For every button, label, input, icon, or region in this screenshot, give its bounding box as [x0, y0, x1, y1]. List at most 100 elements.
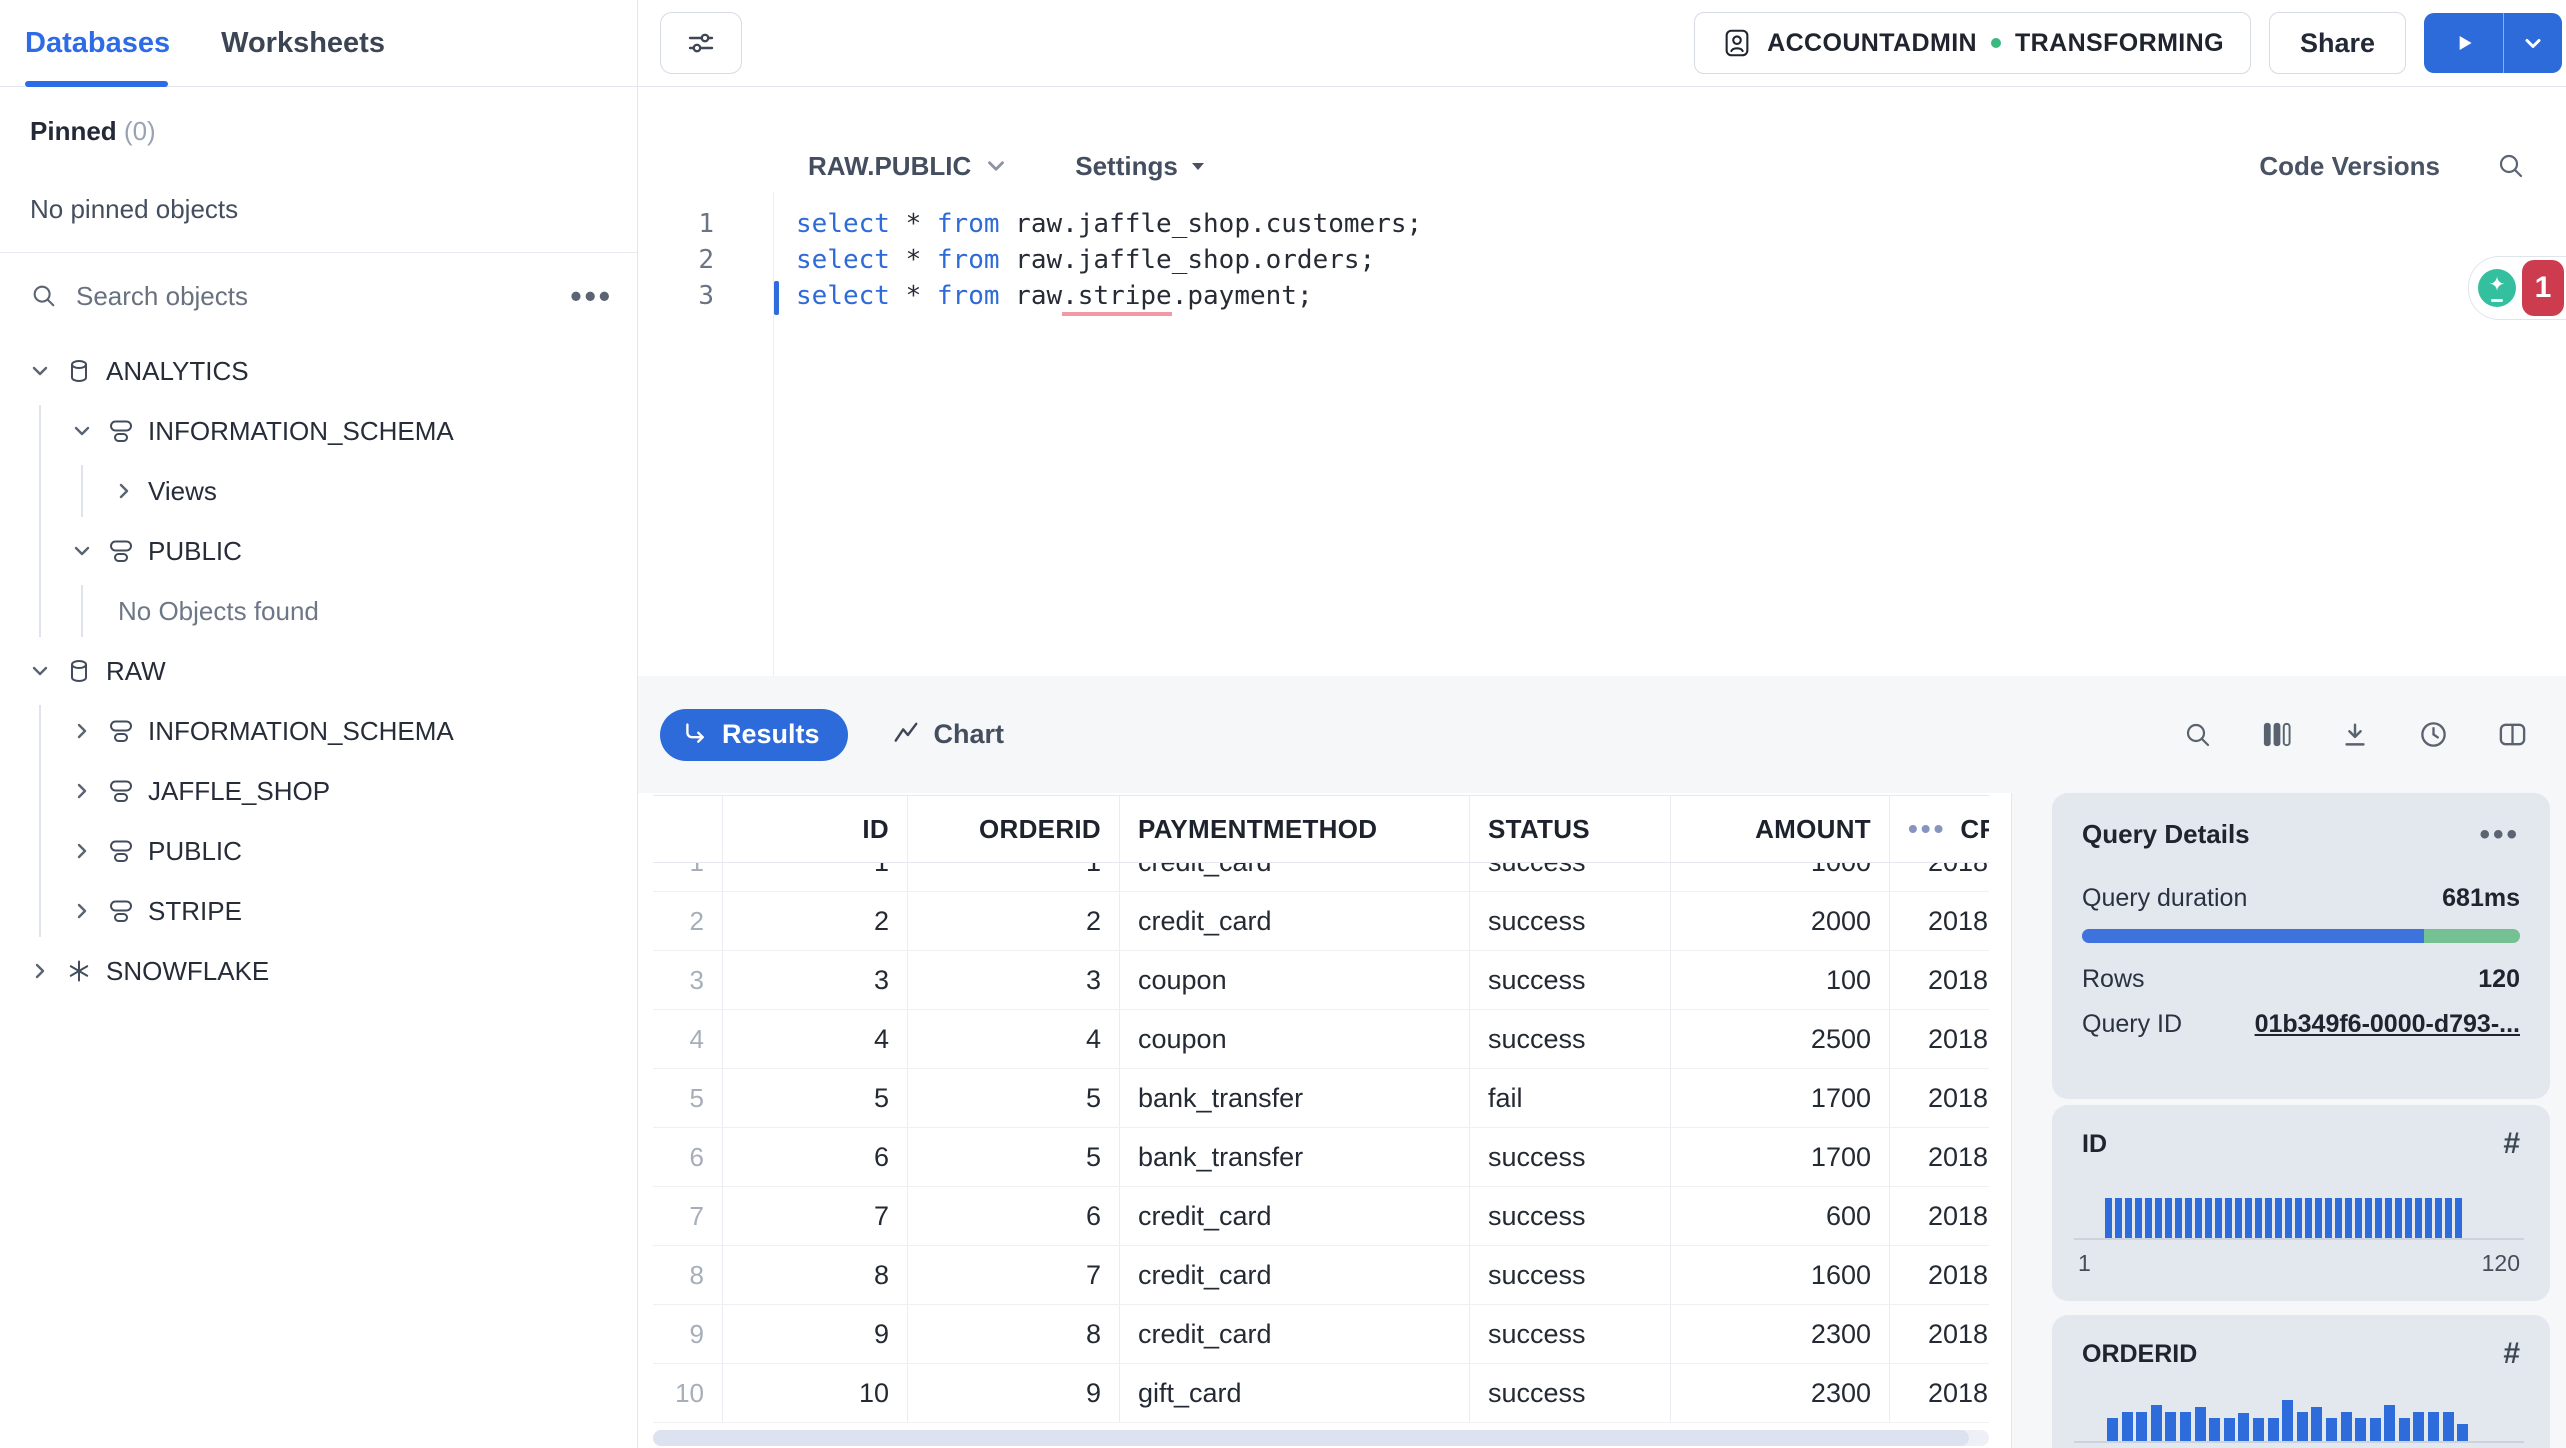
tree-item-public[interactable]: PUBLIC [0, 521, 637, 581]
table-row[interactable]: 10 10 9 gift_card success 2300 2018 [653, 1364, 1989, 1423]
histogram-bar [2295, 1198, 2302, 1238]
histogram-bar [2355, 1418, 2367, 1441]
tree-item-information-schema[interactable]: INFORMATION_SCHEMA [0, 701, 637, 761]
column-overflow-icon[interactable]: ••• [1908, 813, 1946, 845]
column-header-paymentmethod[interactable]: PAYMENTMETHOD [1120, 796, 1470, 862]
column-header-id[interactable]: ID [723, 796, 908, 862]
tree-item-snowflake[interactable]: SNOWFLAKE [0, 941, 637, 1001]
snowsight-worksheet: Databases Worksheets Pinned (0) No pinne… [0, 0, 2566, 1448]
run-button[interactable] [2424, 13, 2504, 73]
histogram-bar [2255, 1198, 2262, 1238]
copilot-suggestion-pill[interactable]: ✦ 1 [2468, 256, 2566, 320]
chevron-down-icon[interactable] [70, 539, 94, 563]
cell-orderid: 5 [908, 1069, 1120, 1127]
code-line-1[interactable]: select * from raw.jaffle_shop.customers; [796, 206, 1422, 242]
histogram-bar [2205, 1198, 2212, 1238]
tree-item-analytics[interactable]: ANALYTICS [0, 341, 637, 401]
results-search-icon[interactable] [2183, 720, 2213, 750]
duration-bar-execution [2082, 929, 2424, 943]
tree-item-information-schema[interactable]: INFORMATION_SCHEMA [0, 401, 637, 461]
column-header-status[interactable]: STATUS [1470, 796, 1671, 862]
query-details-menu-icon[interactable]: ••• [2479, 819, 2520, 850]
code-versions-button[interactable]: Code Versions [2259, 151, 2440, 182]
chevron-right-icon[interactable] [70, 719, 94, 743]
share-button[interactable]: Share [2268, 12, 2406, 74]
tree-item-no-objects-found: No Objects found [0, 581, 637, 641]
chevron-down-icon[interactable] [28, 359, 52, 383]
tree-item-label: Views [148, 475, 217, 506]
columns-icon[interactable] [2261, 719, 2292, 750]
cell-n: 3 [653, 951, 723, 1009]
cell-paymentmethod: credit_card [1120, 1187, 1470, 1245]
histogram-bar [2223, 1418, 2235, 1441]
split-panel-icon[interactable] [2497, 719, 2528, 750]
cell-created: 2018 [1928, 905, 1989, 936]
orderid-histogram[interactable] [2107, 1397, 2472, 1441]
tab-worksheets[interactable]: Worksheets [221, 27, 385, 60]
tree-item-label: No Objects found [118, 595, 319, 626]
history-clock-icon[interactable] [2418, 719, 2449, 750]
worksheet-config-button[interactable] [660, 12, 742, 74]
database-context-dropdown[interactable]: RAW.PUBLIC [808, 151, 1009, 182]
table-row[interactable]: 2 2 2 credit_card success 2000 2018 [653, 892, 1989, 951]
results-table-card: IDORDERIDPAYMENTMETHODSTATUSAMOUNT•••CRE… [638, 793, 2011, 1448]
numeric-type-icon[interactable]: # [2503, 1129, 2520, 1159]
numeric-type-icon[interactable]: # [2503, 1339, 2520, 1369]
table-row[interactable]: 4 4 4 coupon success 2500 2018 [653, 1010, 1989, 1069]
cell-paymentmethod: bank_transfer [1120, 1128, 1470, 1186]
histogram-bar [2425, 1198, 2432, 1238]
code-area[interactable]: select * from raw.jaffle_shop.customers;… [796, 206, 1422, 316]
code-line-2[interactable]: select * from raw.jaffle_shop.orders; [796, 242, 1422, 278]
table-row[interactable]: 7 7 6 credit_card success 600 2018 [653, 1187, 1989, 1246]
histogram-bar [2165, 1198, 2172, 1238]
line-number: 2 [698, 245, 714, 275]
run-options-button[interactable] [2504, 13, 2562, 73]
tab-chart[interactable]: Chart [892, 719, 1004, 750]
tree-item-raw[interactable]: RAW [0, 641, 637, 701]
query-duration-label: Query duration [2082, 884, 2248, 912]
tree-item-stripe[interactable]: STRIPE [0, 881, 637, 941]
tab-results[interactable]: Results [660, 708, 848, 761]
histogram-bar [2325, 1198, 2332, 1238]
chevron-right-icon[interactable] [28, 959, 52, 983]
chevron-right-icon[interactable] [70, 899, 94, 923]
table-row[interactable]: 5 5 5 bank_transfer fail 1700 2018 [653, 1069, 1989, 1128]
horizontal-scrollbar-thumb[interactable] [653, 1430, 1969, 1446]
column-header-n[interactable] [653, 796, 723, 862]
role-warehouse-selector[interactable]: ACCOUNTADMIN TRANSFORMING [1694, 12, 2251, 74]
histogram-bar [2428, 1412, 2440, 1441]
table-row[interactable]: 9 9 8 credit_card success 2300 2018 [653, 1305, 1989, 1364]
table-body: 1 1 1 credit_card success 1000 2018 2 2 2 credit_c… [653, 861, 1989, 1423]
histogram-bar [2145, 1198, 2152, 1238]
chevron-down-icon[interactable] [28, 659, 52, 683]
tree-item-label: PUBLIC [148, 535, 242, 566]
query-id-link[interactable]: 01b349f6-0000-d793-... [2255, 1010, 2520, 1039]
column-header-amount[interactable]: AMOUNT [1671, 796, 1890, 862]
chevron-right-icon[interactable] [70, 779, 94, 803]
id-axis-max: 120 [2481, 1250, 2520, 1276]
table-row[interactable]: 1 1 1 credit_card success 1000 2018 [653, 861, 1989, 892]
chevron-down-icon[interactable] [70, 419, 94, 443]
column-header-orderid[interactable]: ORDERID [908, 796, 1120, 862]
tree-item-public[interactable]: PUBLIC [0, 821, 637, 881]
object-search[interactable]: Search objects ••• [30, 272, 613, 320]
code-line-3[interactable]: select * from raw.stripe.payment; [796, 278, 1422, 316]
table-row[interactable]: 3 3 3 coupon success 100 2018 [653, 951, 1989, 1010]
editor-search-icon[interactable] [2496, 151, 2526, 181]
id-histogram[interactable] [2105, 1196, 2465, 1238]
table-row[interactable]: 8 8 7 credit_card success 1600 2018 [653, 1246, 1989, 1305]
chevron-right-icon[interactable] [112, 479, 136, 503]
settings-dropdown[interactable]: Settings [1075, 151, 1206, 182]
tab-databases[interactable]: Databases [25, 27, 170, 60]
histogram-bar [2384, 1405, 2396, 1441]
histogram-bar [2385, 1198, 2392, 1238]
line-number-gutter: 1 2 3 [638, 206, 714, 314]
column-header-created[interactable]: •••CREATED [1890, 796, 1989, 862]
chevron-right-icon[interactable] [70, 839, 94, 863]
cell-created: 2018 [1928, 964, 1989, 995]
tree-item-views[interactable]: Views [0, 461, 637, 521]
table-row[interactable]: 6 6 5 bank_transfer success 1700 2018 [653, 1128, 1989, 1187]
sidebar-more-icon[interactable]: ••• [570, 280, 613, 312]
tree-item-jaffle-shop[interactable]: JAFFLE_SHOP [0, 761, 637, 821]
download-icon[interactable] [2340, 720, 2370, 750]
